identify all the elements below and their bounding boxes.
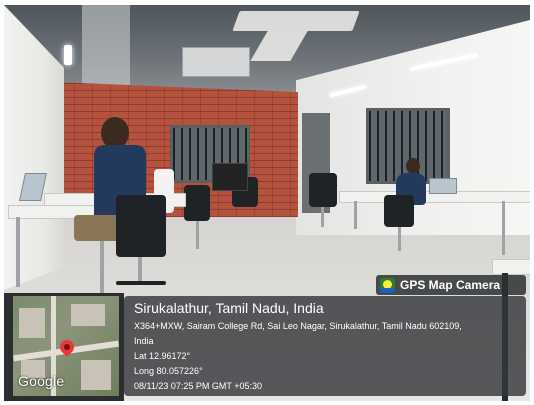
map-pin-center	[64, 344, 70, 350]
map-building	[19, 308, 45, 338]
latitude: Lat 12.96172°	[134, 351, 191, 361]
chair-base	[116, 281, 166, 285]
ceiling-light	[64, 45, 72, 65]
map-building	[81, 360, 111, 390]
gps-map-camera-badge: GPS Map Camera	[376, 275, 526, 295]
brand-label: GPS Map Camera	[400, 278, 501, 292]
office-chair	[184, 185, 210, 221]
desk-leg	[16, 217, 20, 287]
longitude: Long 80.057226°	[134, 366, 203, 376]
monitor	[212, 163, 248, 191]
desk-leg	[502, 201, 505, 255]
desk-leg	[354, 201, 357, 229]
location-title: Sirukalathur, Tamil Nadu, India	[134, 300, 324, 316]
google-label: Google	[18, 373, 65, 389]
address-line: X364+MXW, Sairam College Rd, Sai Leo Nag…	[134, 321, 462, 331]
datetime: 08/11/23 07:25 PM GMT +05:30	[134, 381, 262, 391]
desk	[492, 259, 530, 275]
chair-base	[321, 207, 324, 227]
address-country: India	[134, 336, 154, 346]
air-duct	[232, 11, 360, 31]
map-building	[71, 304, 105, 326]
chair-base	[138, 257, 142, 283]
person-head	[406, 158, 420, 174]
gps-map-camera-app-icon	[380, 277, 395, 293]
chair-base	[398, 227, 401, 251]
ceiling-beam	[82, 5, 130, 91]
chair-base	[196, 221, 199, 249]
office-chair	[309, 173, 337, 207]
laptop	[429, 178, 457, 194]
office-chair	[384, 195, 414, 227]
office-chair	[116, 195, 166, 257]
ac-unit	[182, 47, 250, 77]
